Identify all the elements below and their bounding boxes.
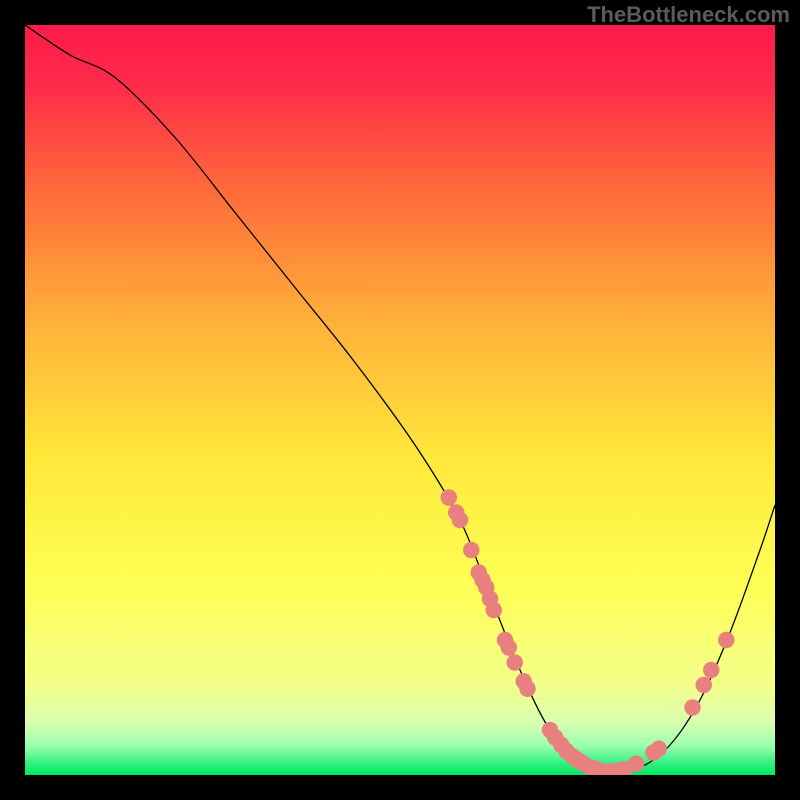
- watermark-text: TheBottleneck.com: [587, 2, 790, 28]
- marker-dot: [501, 639, 518, 656]
- marker-dot: [696, 677, 713, 694]
- marker-dot: [486, 602, 503, 619]
- marker-dot: [441, 489, 458, 506]
- marker-dot: [452, 512, 469, 529]
- marker-dot: [507, 654, 523, 671]
- chart-background: [25, 25, 775, 775]
- marker-dot: [519, 681, 536, 698]
- marker-dot: [703, 662, 720, 679]
- chart-plot-area: [25, 25, 775, 775]
- chart-svg: [25, 25, 775, 775]
- marker-dot: [651, 741, 668, 758]
- marker-dot: [718, 632, 735, 649]
- marker-dot: [628, 756, 645, 773]
- marker-dot: [463, 542, 480, 559]
- marker-dot: [684, 699, 701, 716]
